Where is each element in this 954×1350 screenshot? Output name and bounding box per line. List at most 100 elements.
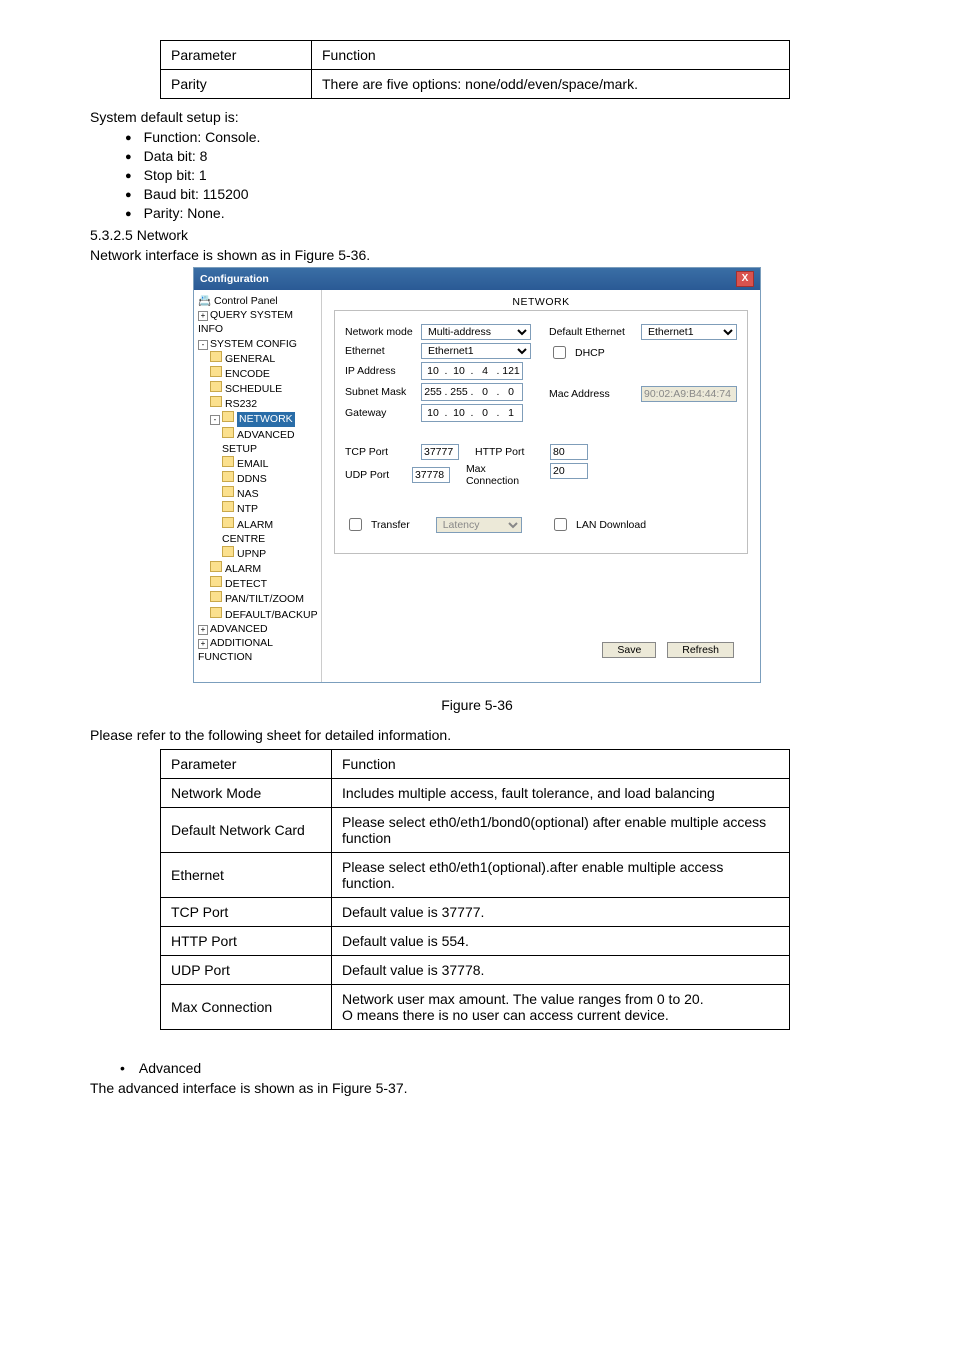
section-line: Network interface is shown as in Figure … <box>90 247 864 263</box>
group-title: NETWORK <box>512 296 569 308</box>
collapse-icon[interactable]: - <box>198 340 208 350</box>
gateway-input[interactable]: 10.10.0.1 <box>421 404 523 422</box>
settings-pane: NETWORK Network mode Multi-address Ethern… <box>322 290 760 682</box>
latency-select: Latency <box>436 517 522 533</box>
default-ethernet-select[interactable]: Ethernet1 <box>641 324 737 340</box>
intro-text: System default setup is: <box>90 109 864 125</box>
advanced-bullet: Advanced <box>120 1060 864 1076</box>
label-lan-download: LAN Download <box>576 519 646 531</box>
default-function: Function: Console. <box>125 129 864 145</box>
after-figure-text: Please refer to the following sheet for … <box>90 727 864 743</box>
folder-icon <box>222 471 234 482</box>
collapse-icon[interactable]: - <box>210 415 220 425</box>
tree-advanced[interactable]: ADVANCED <box>210 623 268 635</box>
ip-address-input[interactable]: 10.10.4.121 <box>421 362 523 380</box>
t2-r0-c1: Includes multiple access, fault toleranc… <box>332 779 790 808</box>
configuration-window: Configuration X 📇 Control Panel +QUERY S… <box>193 267 761 683</box>
folder-icon <box>210 607 222 618</box>
table1-header-param: Parameter <box>161 41 312 70</box>
max-conn-input[interactable] <box>550 463 588 479</box>
dhcp-checkbox[interactable] <box>553 346 566 359</box>
t2-r5-c0: UDP Port <box>161 956 332 985</box>
save-button[interactable]: Save <box>602 642 656 658</box>
tree-rs232[interactable]: RS232 <box>225 398 257 410</box>
udp-port-input[interactable] <box>412 467 450 483</box>
tree-additional[interactable]: ADDITIONAL FUNCTION <box>198 637 273 663</box>
label-dhcp: DHCP <box>575 347 605 359</box>
folder-icon <box>222 546 234 557</box>
lan-download-checkbox[interactable] <box>554 518 567 531</box>
label-default-ethernet: Default Ethernet <box>549 326 635 338</box>
folder-icon <box>222 517 234 528</box>
refresh-button[interactable]: Refresh <box>667 642 734 658</box>
t2-r2-c0: Ethernet <box>161 853 332 898</box>
tree-encode[interactable]: ENCODE <box>225 368 270 380</box>
tree-default-backup[interactable]: DEFAULT/BACKUP <box>225 609 318 621</box>
window-title: Configuration <box>200 273 269 285</box>
label-network-mode: Network mode <box>345 326 415 338</box>
subnet-mask-input[interactable]: 255.255.0.0 <box>421 383 523 401</box>
label-udp: UDP Port <box>345 469 406 481</box>
label-ip: IP Address <box>345 365 415 377</box>
t2-r3-c1: Default value is 37777. <box>332 898 790 927</box>
expand-icon[interactable]: + <box>198 639 208 649</box>
tree-network-selected[interactable]: NETWORK <box>237 412 295 426</box>
defaults-list: Function: Console. Data bit: 8 Stop bit:… <box>90 129 864 221</box>
tree-schedule[interactable]: SCHEDULE <box>225 383 282 395</box>
tree-query[interactable]: QUERY SYSTEM INFO <box>198 309 293 335</box>
t2-r1-c1: Please select eth0/eth1/bond0(optional) … <box>332 808 790 853</box>
ethernet-select[interactable]: Ethernet1 <box>421 343 531 359</box>
default-baud: Baud bit: 115200 <box>125 186 864 202</box>
expand-icon[interactable]: + <box>198 625 208 635</box>
t2-header-func: Function <box>332 750 790 779</box>
folder-icon <box>222 486 234 497</box>
folder-icon <box>210 381 222 392</box>
section-heading: 5.3.2.5 Network <box>90 227 864 243</box>
network-mode-select[interactable]: Multi-address <box>421 324 531 340</box>
t2-r5-c1: Default value is 37778. <box>332 956 790 985</box>
close-icon[interactable]: X <box>736 271 754 287</box>
tree-ddns[interactable]: DDNS <box>237 473 267 485</box>
expand-icon[interactable]: + <box>198 311 208 321</box>
tree-upnp[interactable]: UPNP <box>237 548 266 560</box>
folder-icon <box>222 456 234 467</box>
tcp-port-input[interactable] <box>421 444 459 460</box>
folder-icon <box>222 501 234 512</box>
label-subnet: Subnet Mask <box>345 386 415 398</box>
title-bar[interactable]: Configuration X <box>194 268 760 290</box>
table1-header-func: Function <box>312 41 790 70</box>
t2-r6-c0: Max Connection <box>161 985 332 1030</box>
tree-general[interactable]: GENERAL <box>225 353 275 365</box>
folder-icon <box>222 411 234 422</box>
label-transfer: Transfer <box>371 519 410 531</box>
tree-system-config[interactable]: SYSTEM CONFIG <box>210 338 297 350</box>
folder-icon <box>222 427 234 438</box>
tree-nas[interactable]: NAS <box>237 488 259 500</box>
t2-r2-c1: Please select eth0/eth1(optional).after … <box>332 853 790 898</box>
tree-control-panel[interactable]: 📇 Control Panel <box>198 294 319 308</box>
default-parity: Parity: None. <box>125 205 864 221</box>
transfer-checkbox[interactable] <box>349 518 362 531</box>
label-maxconn: Max Connection <box>466 463 532 487</box>
mac-address-display <box>641 386 737 402</box>
tree-ntp[interactable]: NTP <box>237 503 258 515</box>
tree-pane: 📇 Control Panel +QUERY SYSTEM INFO -SYST… <box>194 290 322 682</box>
default-databit: Data bit: 8 <box>125 148 864 164</box>
tree-alarm[interactable]: ALARM <box>225 563 261 575</box>
folder-icon <box>210 591 222 602</box>
label-mac: Mac Address <box>549 388 635 400</box>
t2-r0-c0: Network Mode <box>161 779 332 808</box>
advanced-line: The advanced interface is shown as in Fi… <box>90 1080 864 1096</box>
param-table-1: ParameterFunction ParityThere are five o… <box>160 40 790 99</box>
t2-r1-c0: Default Network Card <box>161 808 332 853</box>
table1-parity-label: Parity <box>161 70 312 99</box>
label-gateway: Gateway <box>345 407 415 419</box>
t2-r4-c1: Default value is 554. <box>332 927 790 956</box>
folder-icon <box>210 351 222 362</box>
tree-ptz[interactable]: PAN/TILT/ZOOM <box>225 593 304 605</box>
tree-detect[interactable]: DETECT <box>225 578 267 590</box>
tree-email[interactable]: EMAIL <box>237 458 269 470</box>
t2-r4-c0: HTTP Port <box>161 927 332 956</box>
http-port-input[interactable] <box>550 444 588 460</box>
t2-r6-c1: Network user max amount. The value range… <box>332 985 790 1030</box>
